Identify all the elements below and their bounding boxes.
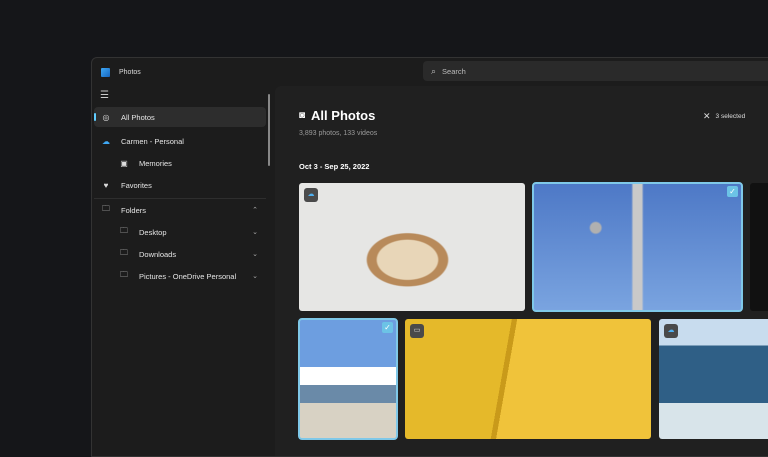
onedrive-cloud-icon: ☁ bbox=[102, 136, 110, 146]
sidebar-item-favorites[interactable]: ♥ Favorites bbox=[94, 175, 266, 195]
sidebar-item-label: Carmen - Personal bbox=[121, 136, 184, 146]
sidebar-item-label: Pictures - OneDrive Personal bbox=[139, 271, 237, 281]
clear-selection-button[interactable]: ✕ 3 selected bbox=[703, 111, 745, 122]
photos-app-icon bbox=[101, 67, 110, 77]
sidebar-item-label: Memories bbox=[139, 158, 172, 168]
photos-window: Photos ⌕ Search ☰ ◎ All Photos ☁ Carmen - … bbox=[91, 57, 768, 457]
close-icon: ✕ bbox=[703, 111, 711, 121]
sidebar-item-all-photos[interactable]: ◎ All Photos bbox=[94, 107, 266, 127]
checkbox-checked-icon[interactable]: ✓ bbox=[727, 186, 738, 197]
page-title: ◙ All Photos bbox=[299, 108, 375, 123]
photo-count: 3,893 photos, 133 videos bbox=[299, 130, 378, 137]
sidebar-item-label: Folders bbox=[121, 205, 147, 215]
sidebar-item-label: Desktop bbox=[139, 227, 167, 237]
selection-count: 3 selected bbox=[715, 113, 746, 120]
folder-icon: 🗀 bbox=[120, 248, 128, 257]
photo-thumbnail-sea-cliffs[interactable]: ☁ bbox=[659, 319, 768, 439]
heart-icon: ♥ bbox=[103, 180, 109, 190]
chevron-up-icon[interactable]: ⌃ bbox=[252, 206, 258, 214]
sidebar-item-label: Favorites bbox=[121, 180, 152, 190]
sidebar-item-label: Downloads bbox=[139, 249, 177, 259]
hamburger-menu-icon[interactable]: ☰ bbox=[100, 90, 109, 101]
checkbox-checked-icon[interactable]: ✓ bbox=[382, 322, 393, 333]
sidebar-item-downloads[interactable]: 🗀 Downloads ⌄ bbox=[94, 244, 266, 264]
main-content: ◙ All Photos 3,893 photos, 133 videos ✕ 3 … bbox=[275, 86, 768, 456]
onedrive-cloud-icon: ☁ bbox=[304, 188, 318, 202]
sidebar-item-label: All Photos bbox=[121, 112, 155, 122]
sidebar-item-folders[interactable]: 🗀 Folders ⌃ bbox=[94, 200, 266, 220]
photos-icon: ◙ bbox=[299, 110, 306, 121]
divider bbox=[94, 198, 266, 199]
sidebar-item-desktop[interactable]: 🗀 Desktop ⌄ bbox=[94, 222, 266, 242]
photo-thumbnail-partial[interactable] bbox=[750, 183, 768, 311]
memories-icon: ▣ bbox=[120, 158, 128, 168]
chevron-down-icon[interactable]: ⌄ bbox=[252, 272, 258, 280]
chevron-down-icon[interactable]: ⌄ bbox=[252, 228, 258, 236]
search-input[interactable]: ⌕ Search bbox=[423, 61, 768, 81]
title-bar: Photos ⌕ Search bbox=[92, 58, 768, 86]
chevron-down-icon[interactable]: ⌄ bbox=[252, 250, 258, 258]
photo-thumbnail-swing-ride[interactable]: ✓ bbox=[532, 182, 743, 312]
sidebar-item-pictures-onedrive[interactable]: 🗀 Pictures - OneDrive Personal ⌄ bbox=[94, 266, 266, 286]
photos-icon: ◎ bbox=[102, 112, 110, 122]
photo-thumbnail-dog[interactable]: ☁ bbox=[299, 183, 525, 311]
sidebar-item-memories[interactable]: ▣ Memories bbox=[94, 153, 266, 173]
date-group-header: Oct 3 - Sep 25, 2022 bbox=[299, 162, 370, 171]
page-title-text: All Photos bbox=[311, 108, 376, 123]
sidebar: ☰ ◎ All Photos ☁ Carmen - Personal ▣ Memori… bbox=[92, 86, 272, 456]
sidebar-scrollbar[interactable] bbox=[268, 94, 270, 166]
onedrive-cloud-icon: ☁ bbox=[664, 324, 678, 338]
search-icon: ⌕ bbox=[431, 65, 437, 76]
folder-icon: 🗀 bbox=[120, 226, 128, 235]
folder-icon: 🗀 bbox=[102, 204, 110, 213]
search-placeholder: Search bbox=[442, 66, 466, 76]
folder-icon: 🗀 bbox=[120, 270, 128, 279]
photo-thumbnail-yellow-building[interactable]: ▭ bbox=[405, 319, 651, 439]
sidebar-item-carmen-personal[interactable]: ☁ Carmen - Personal bbox=[94, 131, 266, 151]
photo-thumbnail-beach-bikes[interactable]: ✓ bbox=[298, 318, 398, 440]
app-title: Photos bbox=[119, 68, 141, 76]
video-icon: ▭ bbox=[410, 324, 424, 338]
